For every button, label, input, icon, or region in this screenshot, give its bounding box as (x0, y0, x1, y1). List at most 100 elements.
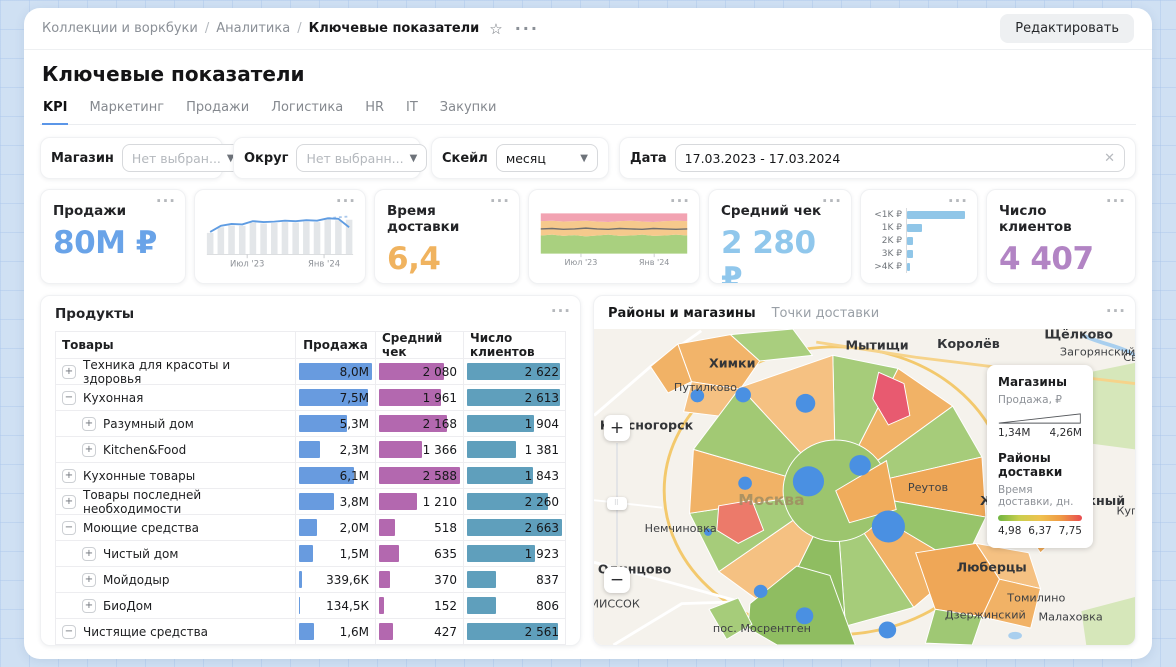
tab-hr[interactable]: HR (364, 94, 385, 124)
products-panel: Продукты ··· Товары Продажа Средний чек … (40, 295, 581, 646)
svg-text:пос. Мосрентген: пос. Мосрентген (713, 622, 811, 635)
product-name-cell: + БиоДом (55, 593, 296, 618)
filter-date: Дата 17.03.2023 - 17.03.2024 ✕ (619, 137, 1136, 179)
table-row[interactable]: + Кухонные товары 6,1М 2 588 1 843 (55, 463, 566, 489)
tab-procurement[interactable]: Закупки (439, 94, 498, 124)
clients-cell: 806 (464, 593, 566, 618)
table-row[interactable]: + Товары последней необходимости 3,8М 1 210… (55, 488, 566, 516)
map-canvas[interactable]: Химки Путилково Мытищи Королёв Загорянск… (594, 329, 1135, 645)
svg-text:Янв '24: Янв '24 (308, 259, 340, 269)
favorite-star-icon[interactable]: ☆ (489, 20, 502, 38)
expand-row-button[interactable]: + (62, 364, 76, 379)
svg-text:Щёлково: Щёлково (1044, 329, 1113, 341)
expand-row-button[interactable]: + (82, 572, 96, 587)
expand-row-button[interactable]: + (82, 546, 96, 561)
products-table-body: + Техника для красоты и здоровья 8,0М 2 080… (55, 357, 566, 646)
table-row[interactable]: + Kitchen&Food 2,3М 1 366 1 381 (55, 437, 566, 463)
store-marker[interactable] (849, 455, 871, 476)
map-zoom-out-button[interactable]: − (604, 567, 630, 593)
expand-row-button[interactable]: + (62, 468, 76, 483)
column-header-clients[interactable]: Число клиентов (464, 331, 566, 359)
card-menu-icon[interactable]: ··· (156, 192, 176, 210)
card-menu-icon[interactable]: ··· (336, 192, 356, 210)
check-cell: 2 080 (376, 359, 464, 384)
tab-it[interactable]: IT (405, 94, 419, 124)
check-cell: 2 588 (376, 463, 464, 488)
table-row[interactable]: +Городской драйв 1,0М 609 1 403 (55, 645, 566, 646)
map-zoom-handle[interactable]: ⠿ (607, 497, 627, 510)
store-marker[interactable] (753, 584, 768, 598)
column-header-check[interactable]: Средний чек (376, 331, 464, 359)
tab-sales[interactable]: Продажи (185, 94, 250, 124)
table-row[interactable]: + Разумный дом 5,3М 2 168 1 904 (55, 411, 566, 437)
product-name: Чистый дом (103, 546, 179, 561)
dist-row: 1K ₽ (869, 221, 969, 234)
sales-value: 2,3М (339, 442, 369, 457)
tab-logistics[interactable]: Логистика (270, 94, 344, 124)
tab-kpi[interactable]: KPI (42, 94, 69, 125)
table-row[interactable]: − Чистящие средства 1,6М 427 2 561 (55, 619, 566, 645)
dist-category-label: <1K ₽ (874, 209, 902, 220)
card-menu-icon[interactable]: ··· (948, 192, 968, 210)
clients-bar (467, 571, 497, 588)
expand-row-button[interactable]: + (82, 598, 96, 613)
avg-check-metric-card: ··· Средний чек 2 280 ₽ (708, 189, 852, 284)
breadcrumb-analytics[interactable]: Аналитика (216, 21, 290, 36)
card-menu-icon[interactable]: ··· (670, 192, 690, 210)
column-header-goods[interactable]: Товары (55, 332, 296, 358)
color-scale-gradient (998, 515, 1082, 521)
table-row[interactable]: − Моющие средства 2,0М 518 2 663 (55, 515, 566, 541)
breadcrumb-menu-icon[interactable]: ··· (515, 19, 539, 38)
column-header-sales[interactable]: Продажа (296, 332, 376, 358)
store-marker[interactable] (871, 510, 905, 543)
sales-cell: 5,3М (296, 411, 376, 436)
card-menu-icon[interactable]: ··· (1106, 192, 1126, 210)
collapse-row-button[interactable]: − (62, 390, 76, 405)
map-tab-districts-stores[interactable]: Районы и магазины (608, 306, 756, 321)
store-marker[interactable] (878, 621, 897, 639)
card-menu-icon[interactable]: ··· (822, 192, 842, 210)
collapse-row-button[interactable]: − (62, 520, 76, 535)
table-row[interactable]: − Кухонная 7,5М 1 961 2 613 (55, 385, 566, 411)
sales-cell: 339,6К (296, 567, 376, 592)
products-title: Продукты (55, 306, 135, 322)
tab-marketing[interactable]: Маркетинг (88, 94, 165, 124)
check-value: 1 961 (422, 390, 457, 405)
clear-date-icon[interactable]: ✕ (1104, 151, 1115, 166)
product-name: БиоДом (103, 598, 153, 613)
map-zoom-in-button[interactable]: + (604, 415, 630, 441)
map-tab-delivery-points[interactable]: Точки доставки (772, 306, 880, 321)
sales-trend-chart: Июл '23 Янв '24 (206, 215, 354, 269)
dist-bar (907, 210, 965, 219)
map-header: Районы и магазины Точки доставки ··· (594, 296, 1135, 329)
table-row[interactable]: + Техника для красоты и здоровья 8,0М 2 080… (55, 357, 566, 386)
card-menu-icon[interactable]: ··· (490, 192, 510, 210)
date-range-input[interactable]: 17.03.2023 - 17.03.2024 ✕ (674, 144, 1125, 172)
expand-row-button[interactable]: + (62, 494, 76, 509)
store-marker[interactable] (795, 393, 816, 413)
check-bar (379, 441, 422, 458)
store-select[interactable]: Нет выбран... ▼ (121, 144, 245, 172)
page-title: Ключевые показатели (42, 62, 305, 86)
collapse-row-button[interactable]: − (62, 624, 76, 639)
card-menu-icon[interactable]: ··· (1106, 302, 1126, 320)
table-row[interactable]: + Мойдодыр 339,6К 370 837 (55, 567, 566, 593)
table-row[interactable]: + Чистый дом 1,5М 635 1 923 (55, 541, 566, 567)
edit-button[interactable]: Редактировать (1000, 14, 1134, 43)
okrug-select[interactable]: Нет выбранн... ▼ (296, 144, 428, 172)
product-name: Техника для красоты и здоровья (83, 357, 231, 386)
sales-value: 3,8М (339, 494, 369, 509)
expand-row-button[interactable]: + (82, 442, 96, 457)
scale-select[interactable]: месяц ▼ (495, 144, 598, 172)
svg-text:Июл '23: Июл '23 (230, 259, 264, 269)
store-marker[interactable] (738, 476, 752, 490)
breadcrumb-collections[interactable]: Коллекции и воркбуки (42, 21, 198, 36)
metric-label: Число клиентов (999, 203, 1072, 235)
check-cell: 427 (376, 619, 464, 644)
card-menu-icon[interactable]: ··· (551, 302, 571, 320)
expand-row-button[interactable]: + (82, 416, 96, 431)
clients-value: 2 561 (524, 624, 559, 639)
svg-text:Янв '24: Янв '24 (639, 258, 670, 267)
store-marker[interactable] (735, 387, 751, 403)
table-row[interactable]: + БиоДом 134,5К 152 806 (55, 593, 566, 619)
